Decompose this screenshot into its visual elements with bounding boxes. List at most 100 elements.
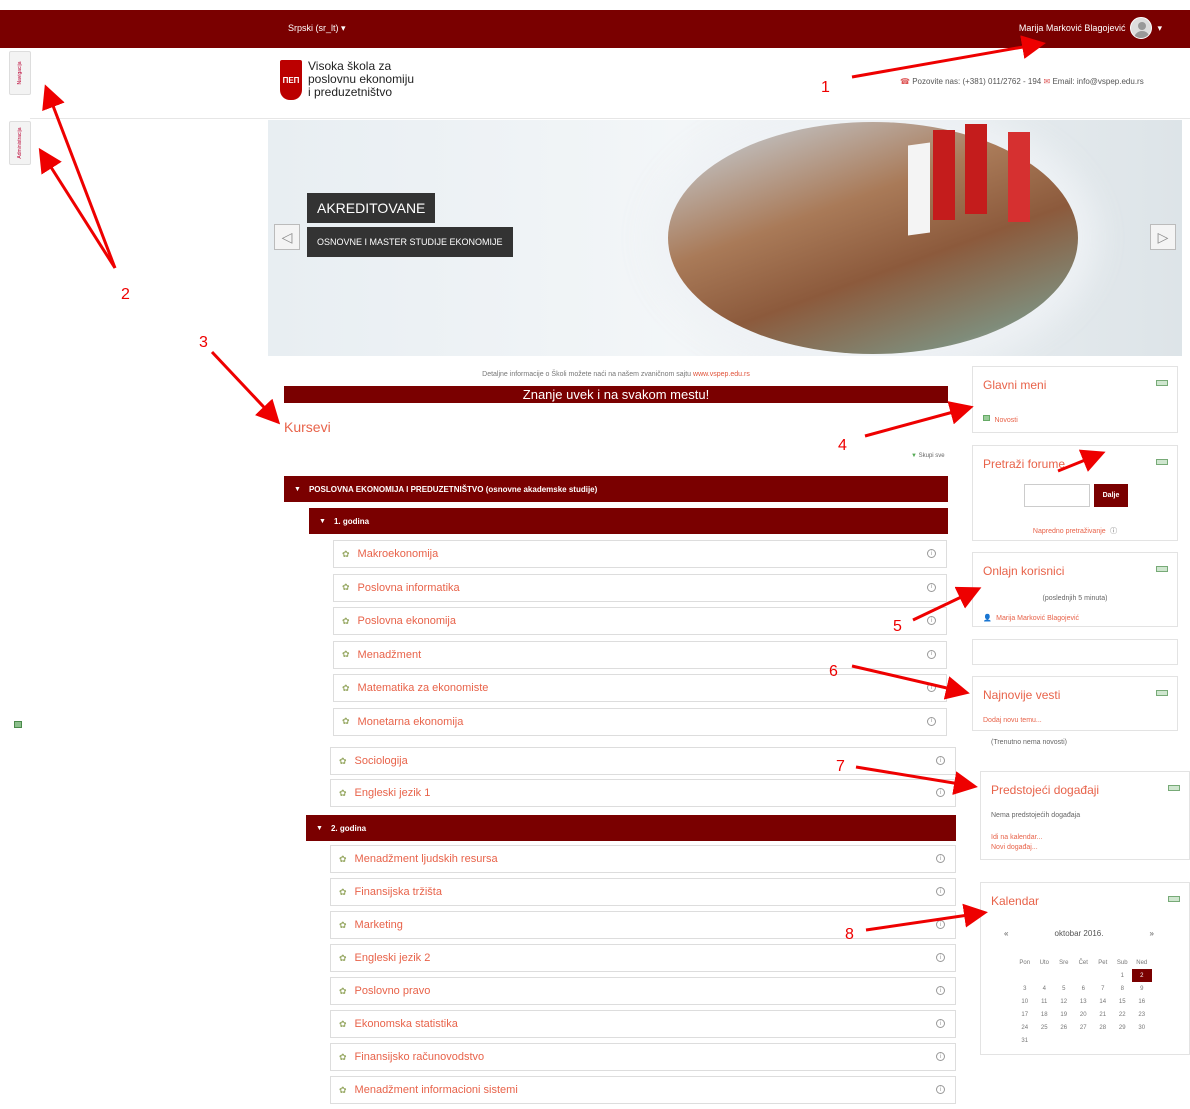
course-link[interactable]: ✿ Finansijsko računovodstvo i <box>330 1043 956 1071</box>
course-link[interactable]: ✿ Menadžment informacioni sistemi i <box>330 1076 956 1104</box>
language-menu[interactable]: Srpski (sr_lt) ▾ <box>288 23 346 34</box>
site-link[interactable]: www.vspep.edu.rs <box>693 371 750 378</box>
calendar-day[interactable]: 30 <box>1132 1021 1152 1034</box>
calendar-day[interactable]: 28 <box>1093 1021 1113 1034</box>
course-link[interactable]: ✿ Poslovno pravo i <box>330 977 956 1005</box>
online-user-row[interactable]: 👤 Marija Marković Blagojević <box>983 607 1079 625</box>
course-info-icon[interactable]: i <box>927 649 936 659</box>
calendar-day[interactable]: 19 <box>1054 1008 1074 1021</box>
course-link[interactable]: ✿ Engleski jezik 2 i <box>330 944 956 972</box>
calendar-day[interactable]: 29 <box>1113 1021 1133 1034</box>
course-link[interactable]: ✿ Menadžment ljudskih resursa i <box>330 845 956 873</box>
year-2-header[interactable]: ▼ 2. godina <box>306 815 956 841</box>
calendar-day[interactable]: 5 <box>1054 982 1074 995</box>
calendar-day[interactable]: 12 <box>1054 995 1074 1008</box>
course-info-icon[interactable]: i <box>936 1052 945 1061</box>
calendar-day[interactable]: 17 <box>1015 1008 1035 1021</box>
calendar-day[interactable]: 20 <box>1074 1008 1094 1021</box>
search-submit-button[interactable]: Dalje <box>1094 484 1128 507</box>
slider-next-button[interactable]: ▷ <box>1150 224 1176 250</box>
calendar-day[interactable]: 2 <box>1132 969 1152 982</box>
calendar-day[interactable]: 24 <box>1015 1021 1035 1034</box>
block-dock-icon[interactable] <box>1168 896 1180 902</box>
calendar-day[interactable]: 3 <box>1015 982 1035 995</box>
calendar-day[interactable]: 4 <box>1035 982 1055 995</box>
calendar-day[interactable]: 27 <box>1074 1021 1094 1034</box>
calendar-day[interactable]: 21 <box>1093 1008 1113 1021</box>
dock-icon[interactable] <box>14 721 22 728</box>
year-1-course-list-continued: ✿ Sociologija i ✿ Engleski jezik 1 i <box>330 747 956 807</box>
online-users-block: Onlajn korisnici (poslednjih 5 minuta) 👤… <box>972 552 1178 627</box>
collapse-all-link[interactable]: ▼ Skupi sve <box>911 453 945 459</box>
course-info-icon[interactable]: i <box>936 986 945 995</box>
calendar-day[interactable]: 22 <box>1113 1008 1133 1021</box>
calendar-day[interactable]: 11 <box>1035 995 1055 1008</box>
course-info-icon[interactable]: i <box>927 616 936 625</box>
block-dock-icon[interactable] <box>1156 380 1168 386</box>
course-link[interactable]: ✿ Monetarna ekonomija i <box>333 707 947 736</box>
new-event-link[interactable]: Novi događaj... <box>991 844 1038 851</box>
course-link[interactable]: ✿ Poslovna ekonomija i <box>333 607 947 635</box>
calendar-day[interactable]: 10 <box>1015 995 1035 1008</box>
block-dock-icon[interactable] <box>1168 785 1180 791</box>
calendar-prev-button[interactable]: « <box>1004 929 1008 938</box>
course-info-icon[interactable]: i <box>927 582 936 592</box>
calendar-day[interactable]: 15 <box>1113 995 1133 1008</box>
help-icon[interactable]: ⓘ <box>1110 528 1117 535</box>
news-link[interactable]: Novosti <box>983 409 1018 427</box>
calendar-day[interactable]: 1 <box>1113 969 1133 982</box>
add-topic-link[interactable]: Dodaj novu temu... <box>983 717 1042 724</box>
course-link[interactable]: ✿ Matematika za ekonomiste i <box>333 674 947 702</box>
contact-email[interactable]: Email: info@vspep.edu.rs <box>1052 77 1143 86</box>
course-link[interactable]: ✿ Menadžment i <box>333 640 947 669</box>
course-link[interactable]: ✿ Engleski jezik 1 i <box>330 779 956 807</box>
course-info-icon[interactable]: i <box>936 1019 945 1028</box>
calendar-day[interactable]: 25 <box>1035 1021 1055 1034</box>
site-logo[interactable]: ПЕП Visoka škola za poslovnu ekonomiju i… <box>280 60 414 100</box>
calendar-day[interactable]: 26 <box>1054 1021 1074 1034</box>
category-header[interactable]: ▼ POSLOVNA EKONOMIJA I PREDUZETNIŠTVO (o… <box>284 476 948 502</box>
calendar-day[interactable]: 18 <box>1035 1008 1055 1021</box>
course-info-icon[interactable]: i <box>936 756 945 765</box>
calendar-next-button[interactable]: » <box>1150 929 1154 938</box>
calendar-day[interactable]: 23 <box>1132 1008 1152 1021</box>
course-link[interactable]: ✿ Makroekonomija i <box>333 540 947 568</box>
course-link[interactable]: ✿ Marketing i <box>330 911 956 939</box>
calendar-day[interactable]: 13 <box>1074 995 1094 1008</box>
user-caret-icon: ▾ <box>1157 22 1162 33</box>
user-menu[interactable]: Marija Marković Blagojević ▾ <box>1019 17 1162 39</box>
course-link[interactable]: ✿ Poslovna informatika i <box>333 573 947 602</box>
slider-prev-button[interactable]: ◁ <box>274 224 300 250</box>
navigation-tab[interactable]: Navigacija <box>9 51 31 95</box>
course-info-icon[interactable]: i <box>927 716 936 726</box>
block-dock-icon[interactable] <box>1156 690 1168 696</box>
block-dock-icon[interactable] <box>1156 459 1168 465</box>
course-link[interactable]: ✿ Finansijska tržišta i <box>330 878 956 906</box>
course-info-icon[interactable]: i <box>936 1085 945 1094</box>
course-link[interactable]: ✿ Ekonomska statistika i <box>330 1010 956 1038</box>
course-info-icon[interactable]: i <box>936 887 945 896</box>
advanced-search-link[interactable]: Napredno pretraživanje ⓘ <box>973 520 1177 538</box>
avatar[interactable] <box>1130 17 1153 39</box>
calendar-day[interactable]: 8 <box>1113 982 1133 995</box>
course-info-icon[interactable]: i <box>927 683 936 692</box>
calendar-day[interactable]: 31 <box>1015 1034 1035 1047</box>
course-link[interactable]: ✿ Sociologija i <box>330 747 956 775</box>
forum-search-input[interactable] <box>1024 484 1090 507</box>
administration-tab[interactable]: Administracija <box>9 121 31 165</box>
block-dock-icon[interactable] <box>1156 566 1168 572</box>
course-info-icon[interactable]: i <box>936 854 945 863</box>
slogan-bar: Znanje uvek i na svakom mestu! <box>284 386 948 403</box>
year-1-header[interactable]: ▼ 1. godina <box>309 508 948 534</box>
calendar-day[interactable]: 6 <box>1074 982 1094 995</box>
course-info-icon[interactable]: i <box>936 920 945 929</box>
course-info-icon[interactable]: i <box>936 788 945 797</box>
calendar-day[interactable]: 9 <box>1132 982 1152 995</box>
calendar-week-row: 31 <box>1015 1034 1152 1047</box>
calendar-day[interactable]: 14 <box>1093 995 1113 1008</box>
course-info-icon[interactable]: i <box>936 953 945 962</box>
go-to-calendar-link[interactable]: Idi na kalendar... <box>991 834 1042 841</box>
course-info-icon[interactable]: i <box>927 549 936 558</box>
calendar-day[interactable]: 7 <box>1093 982 1113 995</box>
calendar-day[interactable]: 16 <box>1132 995 1152 1008</box>
